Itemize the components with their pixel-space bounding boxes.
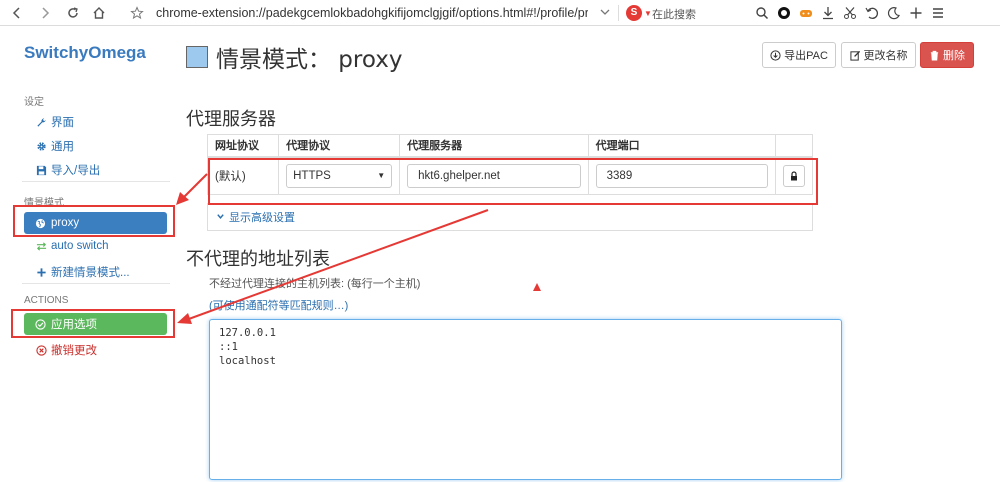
column-header: 代理服务器	[399, 134, 589, 158]
plus-icon[interactable]	[906, 3, 926, 23]
sidebar-item-label: 导入/导出	[51, 165, 101, 177]
home-icon[interactable]	[88, 2, 110, 24]
search-engine-logo[interactable]: S	[626, 5, 642, 21]
divider	[22, 181, 170, 182]
settings-header: 设定	[24, 97, 44, 108]
delete-label: 删除	[943, 50, 965, 62]
extension-circle-icon[interactable]	[774, 3, 794, 23]
bypass-wildcard-link[interactable]: (可使用通配符等匹配规则…)	[209, 297, 348, 313]
sidebar-item-import-export[interactable]: 导入/导出	[36, 162, 100, 178]
address-bar[interactable]: chrome-extension://padekgcemlokbadohgkif…	[156, 4, 588, 22]
bookmark-star-icon[interactable]	[126, 2, 148, 24]
floppy-icon	[36, 165, 47, 175]
bypass-section-title: 不代理的地址列表	[186, 249, 330, 270]
page-title-text: 情景模式： proxy	[216, 47, 403, 73]
divider	[22, 283, 170, 284]
new-profile-link[interactable]: 新建情景模式...	[36, 264, 130, 280]
rename-label: 更改名称	[863, 50, 908, 62]
profile-color-swatch[interactable]	[186, 46, 208, 68]
gear-icon	[37, 141, 46, 151]
browser-toolbar: chrome-extension://padekgcemlokbadohgkif…	[0, 0, 1000, 26]
actions-header: ACTIONS	[24, 295, 69, 306]
sidebar-item-label: auto switch	[51, 240, 109, 252]
trash-icon	[930, 50, 939, 61]
divider	[618, 5, 619, 21]
chevron-down-icon	[217, 214, 224, 219]
discard-changes-link[interactable]: 撤销更改	[36, 342, 97, 358]
sidebar-item-label: 通用	[51, 141, 74, 153]
column-header: 网址协议	[206, 134, 280, 158]
page-title: 情景模式： proxy	[186, 40, 402, 74]
sidebar-item-general[interactable]: 通用	[36, 138, 74, 154]
bypass-list-line: 127.0.0.1	[219, 327, 276, 339]
brand-title[interactable]: SwitchyOmega	[24, 43, 146, 63]
sidebar-item-label: 新建情景模式...	[51, 267, 130, 279]
delete-button[interactable]: 删除	[920, 42, 974, 68]
switch-arrows-icon	[36, 241, 47, 251]
search-input[interactable]: 在此搜索	[652, 6, 696, 22]
export-pac-button[interactable]: 导出PAC	[762, 42, 836, 68]
menu-icon[interactable]	[928, 3, 948, 23]
show-advanced-link[interactable]: 显示高级设置	[207, 203, 813, 231]
sidebar: SwitchyOmega 设定 界面 通用 导入/导出 情景模式 proxy a…	[0, 27, 178, 482]
bypass-list-line: ::1	[219, 341, 238, 353]
undo-icon[interactable]	[862, 3, 882, 23]
toolbar-icons	[752, 3, 948, 23]
cut-icon[interactable]	[840, 3, 860, 23]
sidebar-item-auto-switch[interactable]: auto switch	[36, 240, 109, 252]
annotation-box-proxy-profile	[13, 205, 175, 237]
proxy-section-title: 代理服务器	[186, 109, 276, 130]
annotation-box-proxy-row	[208, 158, 818, 205]
gamepad-icon[interactable]	[796, 3, 816, 23]
forward-icon[interactable]	[34, 2, 56, 24]
edit-icon	[849, 50, 860, 61]
reload-icon[interactable]	[62, 2, 84, 24]
bypass-hint: 不经过代理连接的主机列表: (每行一个主机)	[209, 278, 421, 290]
plus-icon	[37, 267, 46, 277]
show-advanced-label: 显示高级设置	[229, 211, 295, 224]
back-icon[interactable]	[6, 2, 28, 24]
discard-changes-label: 撤销更改	[51, 345, 97, 357]
download-icon[interactable]	[818, 3, 838, 23]
bypass-list-textarea[interactable]: 127.0.0.1 ::1 localhost	[209, 319, 842, 480]
wrench-icon	[37, 117, 46, 127]
annotation-box-apply	[11, 309, 175, 338]
rename-button[interactable]: 更改名称	[841, 42, 916, 68]
column-header-empty	[774, 134, 814, 158]
sidebar-item-label: 界面	[51, 117, 74, 129]
bypass-list-line: localhost	[219, 355, 276, 367]
column-header: 代理端口	[587, 134, 776, 158]
sidebar-item-ui[interactable]: 界面	[36, 114, 74, 130]
export-pac-label: 导出PAC	[784, 50, 828, 62]
x-circle-icon	[36, 344, 47, 356]
column-header: 代理协议	[278, 134, 401, 158]
magnifier-icon[interactable]	[752, 3, 772, 23]
download-circle-icon	[770, 49, 781, 61]
chevron-down-icon[interactable]	[598, 5, 612, 19]
search-engine-dropdown-icon[interactable]: ▼	[644, 9, 652, 18]
moon-icon[interactable]	[884, 3, 904, 23]
